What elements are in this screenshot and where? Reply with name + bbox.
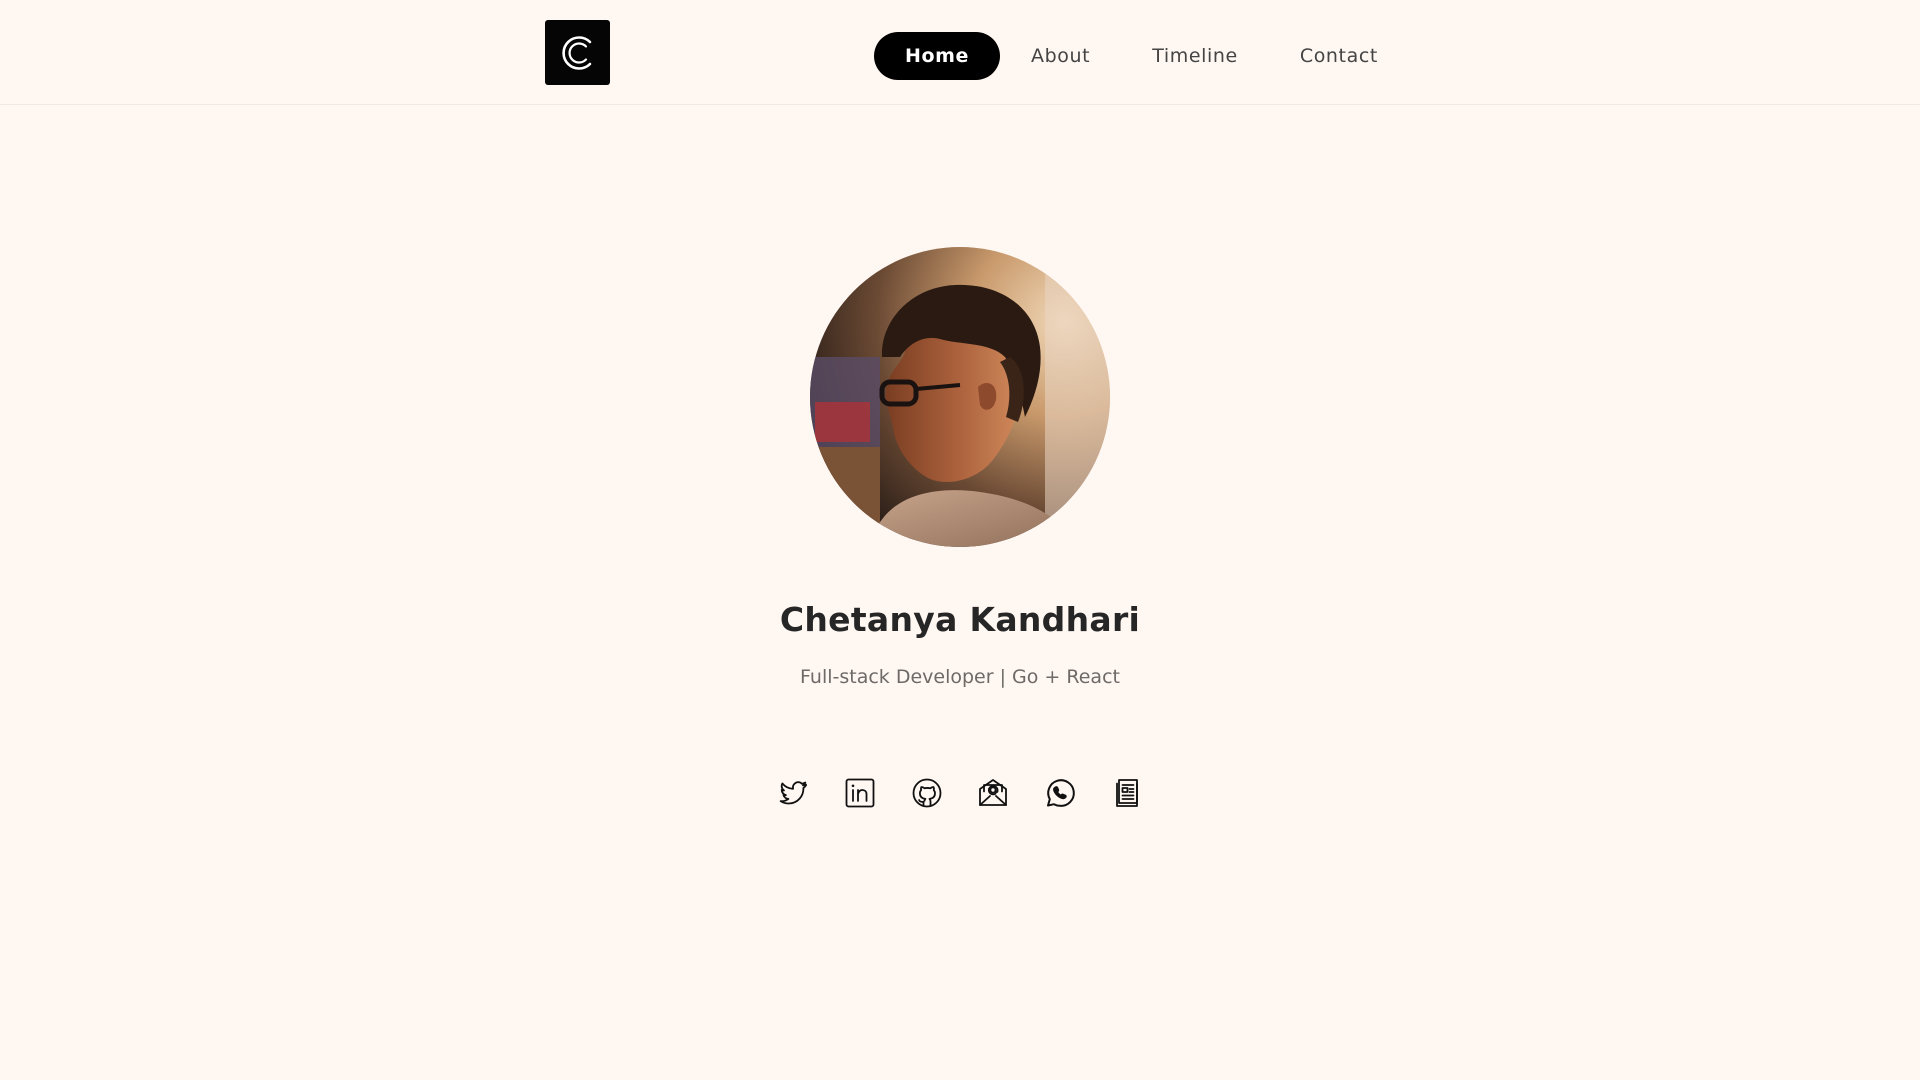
c-logo-icon — [561, 35, 591, 70]
profile-tagline: Full-stack Developer | Go + React — [800, 666, 1120, 688]
whatsapp-icon — [1047, 779, 1075, 807]
twitter-icon — [779, 781, 807, 805]
email-link[interactable] — [975, 775, 1011, 811]
nav-contact[interactable]: Contact — [1269, 32, 1409, 80]
home-logo-link[interactable] — [545, 20, 610, 85]
twitter-link[interactable] — [775, 775, 811, 811]
linkedin-link[interactable] — [842, 775, 878, 811]
nav-home[interactable]: Home — [874, 32, 1001, 80]
github-icon — [912, 778, 941, 808]
linkedin-icon — [845, 778, 875, 808]
email-icon — [979, 779, 1008, 806]
nav-timeline[interactable]: Timeline — [1121, 32, 1269, 80]
resume-link[interactable] — [1109, 775, 1145, 811]
whatsapp-link[interactable] — [1042, 775, 1078, 811]
github-link[interactable] — [909, 775, 945, 811]
resume-icon — [1116, 779, 1138, 807]
main-nav: Home About Timeline Contact — [874, 32, 1409, 80]
site-header: Home About Timeline Contact — [0, 0, 1920, 105]
social-links — [775, 775, 1145, 811]
nav-about[interactable]: About — [1000, 32, 1121, 80]
profile-photo — [810, 247, 1110, 547]
profile-name: Chetanya Kandhari — [779, 600, 1141, 639]
